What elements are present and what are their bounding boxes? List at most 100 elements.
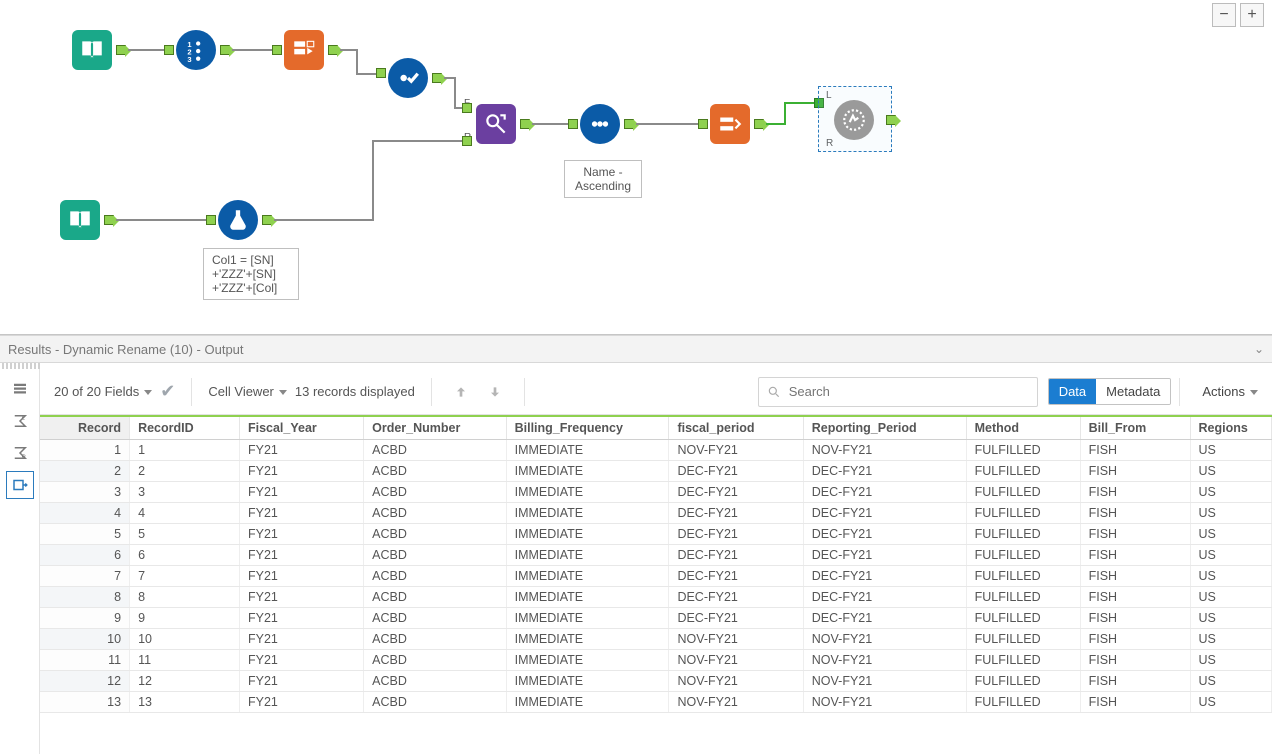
formula-tool[interactable] xyxy=(218,200,258,240)
table-cell: US xyxy=(1190,629,1272,650)
table-row[interactable]: 88FY21ACBDIMMEDIATEDEC-FY21DEC-FY21FULFI… xyxy=(40,587,1272,608)
table-cell: FY21 xyxy=(239,629,363,650)
join-tool-selected[interactable] xyxy=(834,100,874,140)
table-cell: 12 xyxy=(40,671,130,692)
find-replace-tool[interactable] xyxy=(476,104,516,144)
anchor-in[interactable] xyxy=(164,45,174,55)
cell-viewer-dropdown[interactable]: Cell Viewer xyxy=(208,384,287,399)
table-row[interactable]: 11FY21ACBDIMMEDIATENOV-FY21NOV-FY21FULFI… xyxy=(40,440,1272,461)
table-cell: FY21 xyxy=(239,692,363,713)
sort-annotation: Name - Ascending xyxy=(564,160,642,198)
move-down-button[interactable] xyxy=(482,379,508,405)
anchor-in-r[interactable] xyxy=(462,136,472,146)
tab-metadata[interactable]: Metadata xyxy=(1096,379,1170,404)
table-row[interactable]: 1212FY21ACBDIMMEDIATENOV-FY21NOV-FY21FUL… xyxy=(40,671,1272,692)
table-row[interactable]: 66FY21ACBDIMMEDIATEDEC-FY21DEC-FY21FULFI… xyxy=(40,545,1272,566)
table-row[interactable]: 99FY21ACBDIMMEDIATEDEC-FY21DEC-FY21FULFI… xyxy=(40,608,1272,629)
results-table-wrap[interactable]: RecordRecordIDFiscal_YearOrder_NumberBil… xyxy=(40,415,1272,754)
column-header[interactable]: Record xyxy=(40,416,130,440)
column-header[interactable]: Order_Number xyxy=(364,416,506,440)
messages-icon[interactable] xyxy=(6,375,34,403)
move-up-button[interactable] xyxy=(448,379,474,405)
table-cell: IMMEDIATE xyxy=(506,503,669,524)
table-row[interactable]: 55FY21ACBDIMMEDIATEDEC-FY21DEC-FY21FULFI… xyxy=(40,524,1272,545)
search-input[interactable] xyxy=(787,383,1029,400)
table-cell: FULFILLED xyxy=(966,461,1080,482)
table-cell: FULFILLED xyxy=(966,629,1080,650)
column-header[interactable]: RecordID xyxy=(130,416,240,440)
anchor-in[interactable] xyxy=(206,215,216,225)
table-cell: FISH xyxy=(1080,566,1190,587)
anchor-out[interactable] xyxy=(624,119,634,129)
output-anchor-icon[interactable] xyxy=(6,471,34,499)
anchor-out[interactable] xyxy=(328,45,338,55)
connector xyxy=(766,123,786,125)
column-header[interactable]: Method xyxy=(966,416,1080,440)
column-header[interactable]: Bill_From xyxy=(1080,416,1190,440)
results-toolbar: 20 of 20 Fields ✔ Cell Viewer 13 records… xyxy=(40,369,1272,415)
sort-tool[interactable] xyxy=(580,104,620,144)
zoom-in-button[interactable]: + xyxy=(1240,3,1264,27)
table-row[interactable]: 1111FY21ACBDIMMEDIATENOV-FY21NOV-FY21FUL… xyxy=(40,650,1272,671)
anchor-out[interactable] xyxy=(104,215,114,225)
table-cell: NOV-FY21 xyxy=(803,692,966,713)
column-header[interactable]: Billing_Frequency xyxy=(506,416,669,440)
results-side-nav: L R xyxy=(0,369,40,754)
table-cell: US xyxy=(1190,587,1272,608)
table-cell: FULFILLED xyxy=(966,650,1080,671)
table-cell: ACBD xyxy=(364,608,506,629)
record-id-tool[interactable]: 123 xyxy=(176,30,216,70)
fields-icon xyxy=(291,37,317,63)
dynamic-rename-tool[interactable] xyxy=(710,104,750,144)
anchor-out[interactable] xyxy=(116,45,126,55)
table-row[interactable]: 44FY21ACBDIMMEDIATEDEC-FY21DEC-FY21FULFI… xyxy=(40,503,1272,524)
table-row[interactable]: 1313FY21ACBDIMMEDIATENOV-FY21NOV-FY21FUL… xyxy=(40,692,1272,713)
chevron-down-icon[interactable]: ⌄ xyxy=(1254,342,1264,356)
column-header[interactable]: fiscal_period xyxy=(669,416,803,440)
sigma-r-icon[interactable]: R xyxy=(6,439,34,467)
input-data-tool-2[interactable] xyxy=(60,200,100,240)
anchor-out[interactable] xyxy=(754,119,764,129)
table-row[interactable]: 33FY21ACBDIMMEDIATEDEC-FY21DEC-FY21FULFI… xyxy=(40,482,1272,503)
field-info-tool[interactable] xyxy=(284,30,324,70)
actions-dropdown[interactable]: Actions xyxy=(1202,384,1258,399)
anchor-out[interactable] xyxy=(886,115,896,125)
table-cell: 9 xyxy=(130,608,240,629)
table-cell: US xyxy=(1190,566,1272,587)
table-row[interactable]: 22FY21ACBDIMMEDIATEDEC-FY21DEC-FY21FULFI… xyxy=(40,461,1272,482)
anchor-out[interactable] xyxy=(432,73,442,83)
check-icon[interactable]: ✔ xyxy=(160,381,175,402)
column-header[interactable]: Reporting_Period xyxy=(803,416,966,440)
table-cell: NOV-FY21 xyxy=(803,650,966,671)
table-cell: 10 xyxy=(40,629,130,650)
sigma-l-icon[interactable]: L xyxy=(6,407,34,435)
tab-data[interactable]: Data xyxy=(1049,379,1096,404)
table-cell: FISH xyxy=(1080,503,1190,524)
results-panel-header[interactable]: Results - Dynamic Rename (10) - Output ⌄ xyxy=(0,335,1272,363)
column-header[interactable]: Regions xyxy=(1190,416,1272,440)
fields-dropdown[interactable]: 20 of 20 Fields xyxy=(54,384,152,399)
table-cell: FY21 xyxy=(239,545,363,566)
table-cell: ACBD xyxy=(364,482,506,503)
column-header[interactable]: Fiscal_Year xyxy=(239,416,363,440)
input-data-tool-1[interactable] xyxy=(72,30,112,70)
anchor-in-f[interactable] xyxy=(462,103,472,113)
anchor-in[interactable] xyxy=(698,119,708,129)
numbered-list-icon: 123 xyxy=(183,37,209,63)
anchor-in[interactable] xyxy=(376,68,386,78)
search-input-wrap[interactable] xyxy=(758,377,1038,407)
anchor-out[interactable] xyxy=(220,45,230,55)
workflow-canvas[interactable]: − + 123 F Name - Ascending xyxy=(0,0,1272,335)
select-tool[interactable] xyxy=(388,58,428,98)
anchor-out[interactable] xyxy=(262,215,272,225)
table-cell: 12 xyxy=(130,671,240,692)
anchor-in[interactable] xyxy=(272,45,282,55)
zoom-out-button[interactable]: − xyxy=(1212,3,1236,27)
table-cell: 5 xyxy=(40,524,130,545)
table-cell: DEC-FY21 xyxy=(803,461,966,482)
table-cell: FISH xyxy=(1080,692,1190,713)
table-row[interactable]: 77FY21ACBDIMMEDIATEDEC-FY21DEC-FY21FULFI… xyxy=(40,566,1272,587)
anchor-out[interactable] xyxy=(520,119,530,129)
anchor-in[interactable] xyxy=(568,119,578,129)
table-row[interactable]: 1010FY21ACBDIMMEDIATENOV-FY21NOV-FY21FUL… xyxy=(40,629,1272,650)
